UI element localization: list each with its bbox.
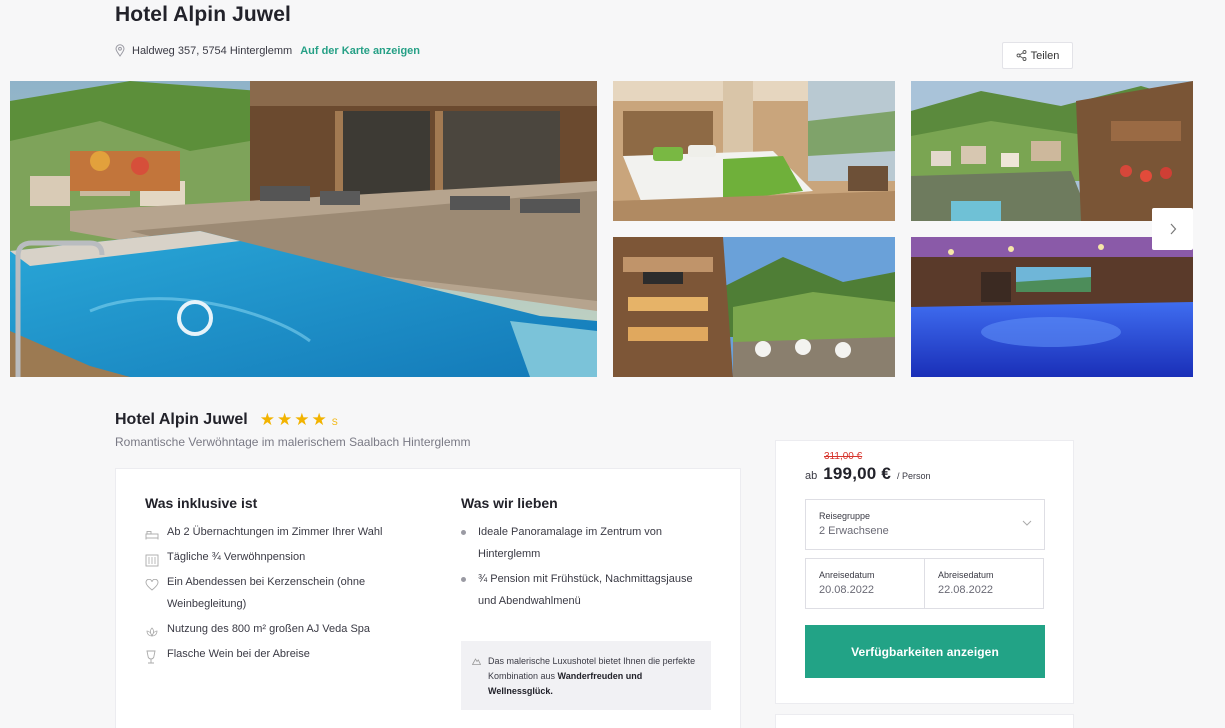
bullet-icon [461,577,466,582]
travel-group-label: Reisegruppe [819,511,871,521]
chevron-right-icon [1170,223,1176,235]
bed-icon [145,531,159,540]
list-item: Ein Abendessen bei Kerzenschein (ohne We… [145,576,405,615]
list-item: Tägliche ¾ Verwöhnpension [145,551,405,568]
departure-date-value: 22.08.2022 [938,584,994,596]
gallery-village-photo[interactable] [911,81,1193,221]
gallery-spa-photo[interactable] [911,237,1193,377]
gallery-next-button[interactable] [1152,208,1193,250]
detail-title-row: Hotel Alpin Juwel ★ ★ ★ ★ S [115,410,338,430]
price-prefix: ab [805,470,818,482]
star-icon: ★ [294,410,310,429]
location-pin-icon [115,44,125,57]
included-item-text: Tägliche ¾ Verwöhnpension [167,551,306,563]
gallery-main-photo[interactable] [10,81,597,377]
included-item-text: Nutzung des 800 m² großen AJ Veda Spa [167,623,371,635]
included-list: Ab 2 Übernachtungen im Zimmer Ihrer Wahl… [145,526,405,674]
departure-date-label: Abreisedatum [938,570,994,580]
included-title: Was inklusive ist [145,495,258,511]
included-item-text: Flasche Wein bei der Abreise [167,648,310,660]
arrival-date-field[interactable]: Anreisedatum 20.08.2022 [805,558,925,609]
price-unit: / Person [897,471,931,481]
star-icon: ★ [311,410,327,429]
hint-box: Das malerische Luxushotel bietet Ihnen d… [461,641,711,710]
info-card: Was inklusive ist Ab 2 Übernachtungen im… [115,468,741,728]
love-item-text: ¾ Pension mit Frühstück, Nachmittagsjaus… [478,573,693,607]
show-availability-button[interactable]: Verfügbarkeiten anzeigen [805,625,1045,678]
address-text: Haldweg 357, 5754 Hinterglemm [132,44,293,57]
included-item-text: Ein Abendessen bei Kerzenschein (ohne We… [167,576,366,610]
arrival-date-value: 20.08.2022 [819,584,875,596]
heart-icon [145,579,159,591]
list-item: Flasche Wein bei der Abreise [145,648,405,665]
gallery-chalet-photo[interactable] [613,237,895,377]
spa-icon [146,627,158,637]
address-row: Haldweg 357, 5754 Hinterglemm Auf der Ka… [115,44,420,57]
mountain-icon [472,658,481,665]
secondary-card [775,714,1074,728]
gallery-room-photo[interactable] [613,81,895,221]
love-title: Was wir lieben [461,495,558,511]
price: 199,00 € [823,464,892,483]
star-icon: ★ [259,410,275,429]
list-item: ¾ Pension mit Frühstück, Nachmittagsjaus… [461,573,711,612]
detail-title: Hotel Alpin Juwel [115,411,248,428]
share-button[interactable]: Teilen [1002,42,1073,69]
share-icon [1016,50,1027,61]
meal-icon [145,554,159,566]
departure-date-field[interactable]: Abreisedatum 22.08.2022 [924,558,1044,609]
detail-subtitle: Romantische Verwöhntage im malerischem S… [115,435,471,449]
star-rating: ★ ★ ★ ★ S [260,410,338,430]
love-item-text: Ideale Panoramalage im Zentrum von Hinte… [478,526,663,560]
old-price: 311,00 € [824,451,863,462]
bullet-icon [461,530,466,535]
list-item: Ideale Panoramalage im Zentrum von Hinte… [461,526,711,565]
star-icon: ★ [277,410,293,429]
map-link[interactable]: Auf der Karte anzeigen [300,45,420,57]
travel-group-select[interactable]: Reisegruppe 2 Erwachsene [805,499,1045,550]
wine-glass-icon [146,650,156,664]
list-item: Ab 2 Übernachtungen im Zimmer Ihrer Wahl [145,526,405,543]
star-suffix: S [331,417,338,427]
price-row: ab 199,00 € / Person [805,464,931,484]
booking-card: 311,00 € ab 199,00 € / Person Reisegrupp… [775,440,1074,704]
love-list: Ideale Panoramalage im Zentrum von Hinte… [461,526,711,621]
hotel-title: Hotel Alpin Juwel [115,3,291,26]
share-label: Teilen [1030,49,1060,62]
included-item-text: Ab 2 Übernachtungen im Zimmer Ihrer Wahl [167,526,383,538]
chevron-down-icon [1022,520,1032,526]
arrival-date-label: Anreisedatum [819,570,875,580]
travel-group-value: 2 Erwachsene [819,525,889,537]
list-item: Nutzung des 800 m² großen AJ Veda Spa [145,623,405,640]
